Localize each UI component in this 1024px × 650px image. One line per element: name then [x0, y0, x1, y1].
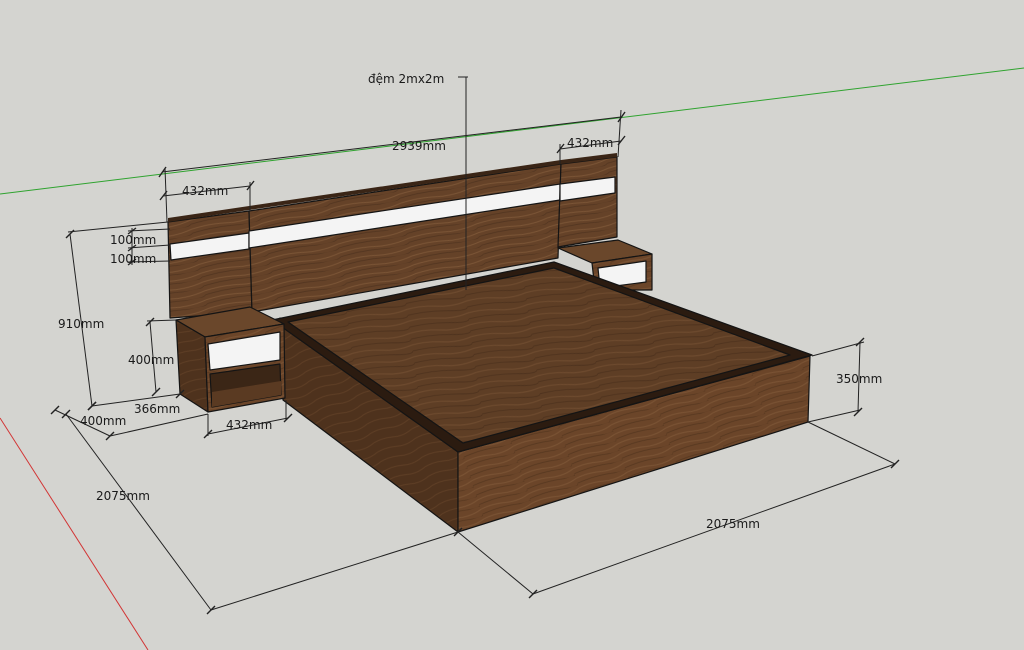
label-nightstand-width: 432mm [226, 418, 272, 432]
label-side-panel-left: 432mm [182, 184, 228, 198]
label-mattress-note: đệm 2mx2m [368, 72, 444, 86]
headboard-right-panel [557, 156, 618, 248]
bed-base [271, 261, 813, 533]
label-strip-height-bottom: 100mm [110, 252, 156, 266]
label-bed-width: 2075mm [706, 517, 760, 531]
label-total-height: 910mm [58, 317, 104, 331]
label-nightstand-depth: 400mm [80, 414, 126, 428]
headboard-left-panel [167, 210, 253, 319]
label-nightstand-height: 400mm [128, 353, 174, 367]
red-axis [0, 417, 149, 650]
label-bed-length: 2075mm [96, 489, 150, 503]
label-bed-height: 350mm [836, 372, 882, 386]
label-strip-height-top: 100mm [110, 233, 156, 247]
label-headboard-width: 2939mm [392, 139, 446, 153]
nightstand-left [175, 306, 286, 413]
label-nightstand-offset: 366mm [134, 402, 180, 416]
bed-3d-drawing: đệm 2mx2m 2939mm 432mm 432mm 100mm 100mm… [0, 67, 1024, 650]
label-side-panel-right: 432mm [567, 136, 613, 150]
